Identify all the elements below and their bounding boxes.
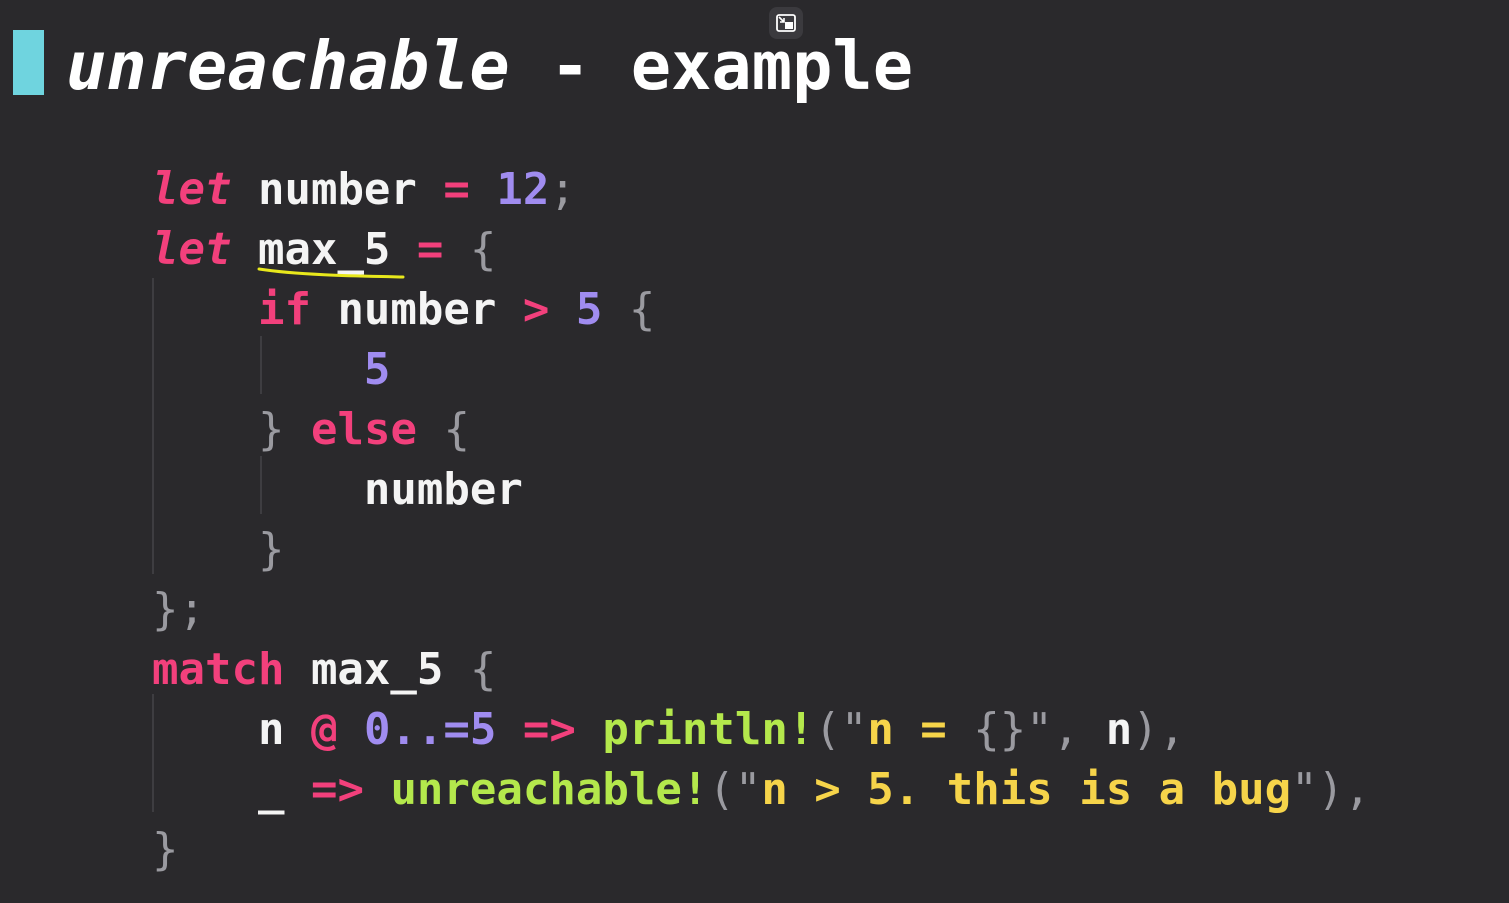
annotation-underline [257,267,405,279]
exit-pip-button[interactable] [769,7,803,39]
code-token: max_5 [284,644,470,695]
code-token: {} [973,704,1027,755]
code-token: ; [549,164,576,215]
code-token: println! [602,704,815,755]
code-token: { [628,284,656,335]
code-token: } [257,524,285,575]
code-token: @ [310,704,338,755]
code-token: 0..= [363,704,470,755]
code-token: let [152,164,232,215]
code-token: ( [708,764,735,815]
code-token: match [152,644,285,695]
code-token: number [310,284,523,335]
code-line: 5 [152,340,391,400]
code-token: { [469,644,497,695]
code-token: 5 [469,704,497,755]
code-line: let number = 12; [152,160,576,220]
code-token: > [522,284,550,335]
code-token: _ [152,764,311,815]
code-token: n > 5. this is a bug [761,764,1292,815]
code-token: { [443,404,470,455]
code-token: }; [152,584,205,635]
code-token: " [1291,764,1318,815]
code-line: }; [152,580,205,640]
code-token: ), [1317,764,1371,815]
code-line: } [152,520,285,580]
title-main: unreachable [66,27,510,105]
code-token: = [416,224,444,275]
title-separator: - [509,27,631,105]
code-token: number [152,464,523,515]
code-token: if [257,284,311,335]
code-token: ( [814,704,841,755]
code-line: if number > 5 { [152,280,655,340]
code-token: n = [867,704,974,755]
code-token: let [152,224,232,275]
title-accent-bar [13,30,44,95]
code-token: => [310,764,364,815]
code-line: number [152,460,523,520]
code-token: , [1052,704,1080,755]
code-token: 12 [496,164,550,215]
code-token: " [734,764,762,815]
code-line: _ => unreachable!("n > 5. this is a bug"… [152,760,1371,820]
code-line: } [152,820,179,880]
title-rest: example [630,27,914,105]
code-token: => [522,704,576,755]
code-token: else [310,404,417,455]
code-token: } [257,404,285,455]
code-token: 5 [363,344,391,395]
code-token: ), [1132,704,1186,755]
code-token: } [152,824,179,875]
code-token: { [469,224,497,275]
code-line: match max_5 { [152,640,496,700]
code-token: number [231,164,444,215]
code-token: n [152,704,311,755]
code-line: } else { [152,400,470,460]
code-token: unreachable! [390,764,709,815]
code-token: n [1079,704,1133,755]
code-token: 5 [575,284,603,335]
code-line: n @ 0..=5 => println!("n = {}", n), [152,700,1185,760]
exit-picture-in-picture-icon [776,14,796,32]
code-token: = [443,164,470,215]
code-token: " [840,704,868,755]
code-token: " [1026,704,1053,755]
